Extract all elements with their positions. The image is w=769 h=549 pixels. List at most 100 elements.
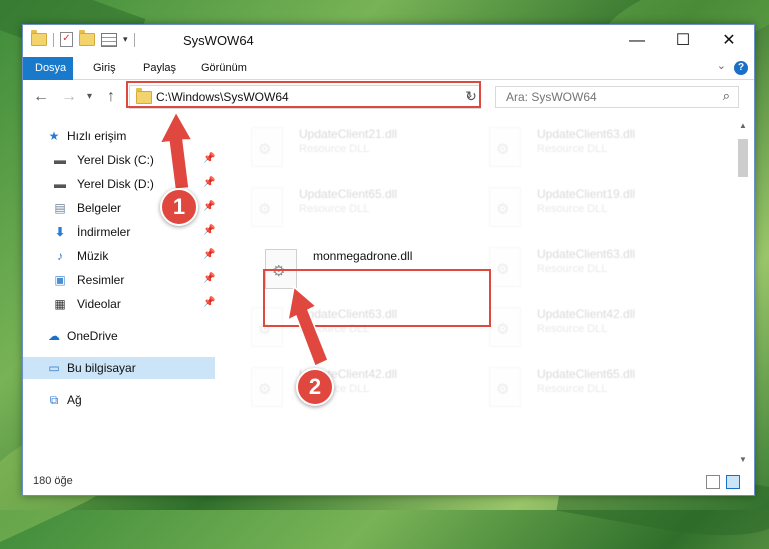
sidebar-item-label: OneDrive [67, 329, 118, 343]
list-item[interactable]: UpdateClient42.dll Resource DLL [481, 303, 711, 359]
search-input[interactable] [504, 89, 708, 105]
tab-share[interactable]: Paylaş [133, 57, 186, 79]
documents-icon: ▤ [54, 201, 66, 215]
list-item[interactable]: UpdateClient63.dll Resource DLL [481, 243, 711, 299]
back-arrow-icon[interactable]: ← [33, 88, 49, 106]
sidebar-item-videos[interactable]: ▦ Videolar 📌 [23, 293, 215, 315]
address-bar-row: ← → ▾ ↑ C:\Windows\SysWOW64 ⌄ ↻ ⌕ [23, 80, 754, 116]
sidebar-item-label: İndirmeler [77, 225, 131, 239]
dll-file-icon [489, 247, 521, 287]
sidebar-item-music[interactable]: ♪ Müzik 📌 [23, 245, 215, 267]
scroll-down-icon[interactable]: ▼ [736, 455, 750, 469]
file-type: Resource DLL [537, 143, 608, 155]
folder-icon [31, 30, 47, 46]
list-item[interactable]: UpdateClient19.dll Resource DLL [481, 183, 711, 239]
new-folder-icon[interactable] [79, 30, 95, 46]
network-icon: ⧉ [49, 393, 59, 407]
file-name: UpdateClient42.dll [537, 307, 636, 321]
file-name: UpdateClient63.dll [537, 247, 636, 261]
toolbar-divider [53, 32, 54, 47]
window-title: SysWOW64 [183, 33, 254, 48]
sidebar-item-label: Videolar [77, 297, 121, 311]
dll-file-icon [489, 127, 521, 167]
step-1-badge: 1 [160, 188, 198, 226]
pin-icon[interactable]: 📌 [203, 153, 215, 164]
sidebar-item-label: Bu bilgisayar [67, 361, 136, 375]
quick-access-toolbar: ✓ ▾ [31, 30, 135, 47]
list-item[interactable]: UpdateClient21.dll Resource DLL [243, 123, 473, 179]
pin-icon[interactable]: 📌 [203, 273, 215, 284]
file-name: UpdateClient21.dll [299, 127, 398, 141]
file-type: Resource DLL [537, 203, 608, 215]
cloud-icon: ☁ [48, 329, 60, 343]
file-type: Resource DLL [299, 203, 370, 215]
sidebar-item-quick-access[interactable]: ★ Hızlı erişim [23, 125, 215, 147]
sidebar-item-onedrive[interactable]: ☁ OneDrive [23, 325, 215, 347]
dll-file-icon [489, 187, 521, 227]
file-type: Resource DLL [537, 323, 608, 335]
step-2-badge: 2 [296, 368, 334, 406]
sidebar-item-label: Ağ [67, 393, 82, 407]
sidebar-item-label: Belgeler [77, 201, 122, 215]
dll-file-icon [489, 307, 521, 347]
status-bar: 180 öğe [23, 471, 754, 495]
computer-icon: ▭ [48, 361, 60, 375]
close-button[interactable]: ✕ [706, 25, 752, 57]
scrollbar-thumb[interactable] [738, 139, 748, 177]
forward-arrow-icon[interactable]: → [61, 88, 77, 106]
highlight-box-address [126, 81, 481, 108]
toolbar-divider [133, 32, 135, 47]
pin-icon[interactable]: 📌 [203, 225, 215, 236]
up-arrow-icon[interactable]: ↑ [107, 88, 115, 106]
highlight-box-file [263, 269, 491, 327]
properties-check-icon[interactable]: ✓ [60, 32, 73, 47]
minimize-button[interactable]: — [614, 25, 660, 57]
videos-icon: ▦ [54, 297, 66, 311]
details-view-icon[interactable] [706, 475, 720, 489]
large-icons-view-icon[interactable] [726, 475, 740, 489]
sidebar-item-label: Hızlı erişim [67, 129, 127, 143]
list-item[interactable]: UpdateClient65.dll Resource DLL [243, 183, 473, 239]
item-count: 180 öğe [33, 475, 73, 487]
file-name: UpdateClient19.dll [537, 187, 636, 201]
pin-icon[interactable]: 📌 [203, 201, 215, 212]
dll-file-icon [489, 367, 521, 407]
dll-file-icon [251, 127, 283, 167]
sidebar-item-local-disk-c[interactable]: ▬ Yerel Disk (C:) 📌 [23, 149, 215, 171]
sidebar-item-pictures[interactable]: ▣ Resimler 📌 [23, 269, 215, 291]
list-item[interactable]: UpdateClient42.dll Resource DLL [243, 363, 473, 419]
title-bar: ✓ ▾ SysWOW64 — ☐ ✕ [23, 25, 754, 57]
scroll-up-icon[interactable]: ▲ [736, 121, 750, 135]
maximize-button[interactable]: ☐ [660, 25, 706, 57]
tab-home[interactable]: Giriş [83, 57, 126, 79]
sidebar-item-label: Yerel Disk (D:) [77, 177, 154, 191]
tab-view[interactable]: Görünüm [191, 57, 257, 79]
vertical-scrollbar[interactable]: ▲ ▼ [736, 121, 750, 471]
sidebar-item-this-pc[interactable]: ▭ Bu bilgisayar [23, 357, 215, 379]
search-icon[interactable]: ⌕ [723, 88, 730, 104]
list-item[interactable]: UpdateClient65.dll Resource DLL [481, 363, 711, 419]
sidebar-item-label: Müzik [77, 249, 109, 263]
pin-icon[interactable]: 📌 [203, 177, 215, 188]
file-type: Resource DLL [299, 143, 370, 155]
expand-ribbon-icon[interactable]: ⌄ [717, 59, 726, 72]
list-item[interactable]: UpdateClient63.dll Resource DLL [481, 123, 711, 179]
music-icon: ♪ [57, 249, 63, 263]
recent-locations-icon[interactable]: ▾ [87, 91, 92, 102]
drive-icon: ▬ [54, 153, 66, 167]
star-icon: ★ [48, 129, 60, 143]
file-name: UpdateClient65.dll [299, 187, 398, 201]
file-name: UpdateClient63.dll [537, 127, 636, 141]
file-list: UpdateClient21.dll Resource DLL UpdateCl… [235, 121, 733, 459]
file-name: monmegadrone.dll [313, 249, 413, 263]
pin-icon[interactable]: 📌 [203, 297, 215, 308]
customize-icon[interactable] [101, 32, 117, 47]
search-box[interactable]: ⌕ [495, 86, 739, 108]
file-type: Resource DLL [537, 383, 608, 395]
sidebar-item-network[interactable]: ⧉ Ağ [23, 389, 215, 411]
download-icon: ⬇ [54, 225, 66, 239]
pin-icon[interactable]: 📌 [203, 249, 215, 260]
chevron-down-icon[interactable]: ▾ [123, 34, 128, 45]
pictures-icon: ▣ [54, 273, 66, 287]
help-icon[interactable]: ? [734, 61, 748, 75]
